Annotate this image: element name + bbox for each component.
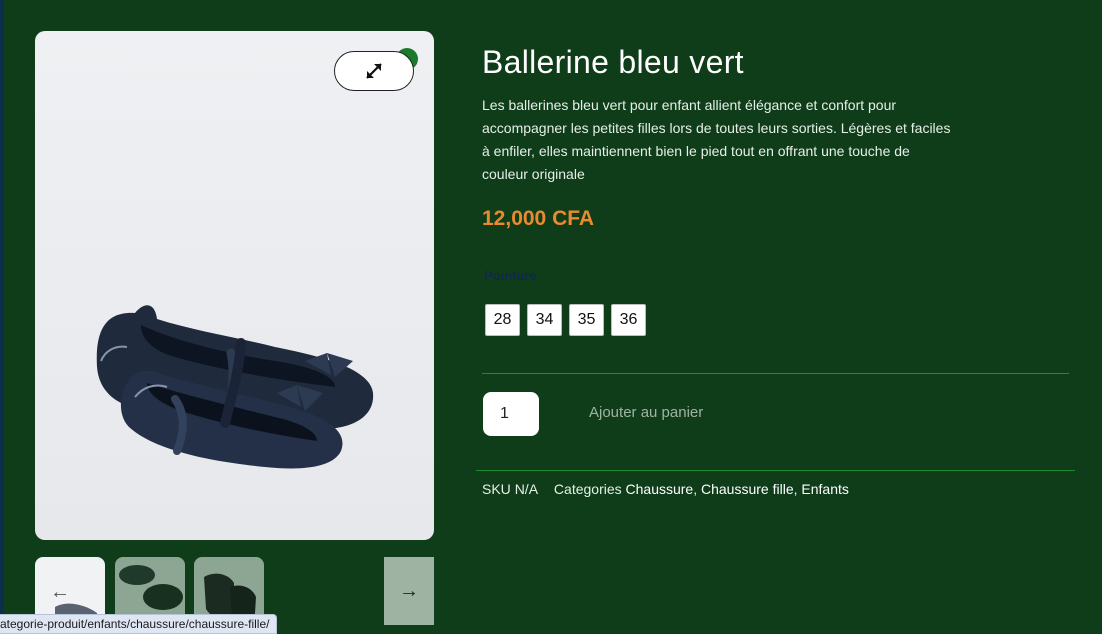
product-main-image[interactable]: [35, 31, 434, 540]
arrow-left-icon: ←: [50, 580, 70, 603]
product-title: Ballerine bleu vert: [482, 44, 744, 80]
product-price: 12,000 CFA: [482, 207, 595, 230]
product-meta: SKU N/A Categories Chaussure, Chaussure …: [482, 481, 849, 497]
category-link-enfants[interactable]: Enfants: [801, 481, 848, 497]
categories-label: Categories: [553, 481, 622, 497]
arrow-right-icon: →: [399, 579, 419, 602]
sku-label: SKU: [482, 481, 511, 497]
thumbnail-prev-button[interactable]: ←: [35, 577, 85, 607]
add-to-cart-button[interactable]: Ajouter au panier: [589, 404, 703, 421]
quantity-input[interactable]: [483, 392, 539, 436]
sku: SKU N/A: [482, 481, 538, 497]
shoe-illustration: [96, 305, 374, 469]
size-option-36[interactable]: 36: [611, 304, 646, 336]
size-options: 28 34 35 36: [485, 304, 646, 336]
browser-status-url: ategorie-produit/enfants/chaussure/chaus…: [0, 614, 278, 634]
size-option-28[interactable]: 28: [485, 304, 520, 336]
thumbnail-next-button[interactable]: →: [384, 557, 434, 625]
size-label: Pointure: [484, 268, 537, 283]
divider: [476, 470, 1075, 471]
divider: [482, 373, 1069, 374]
size-option-35[interactable]: 35: [569, 304, 604, 336]
category-link-chaussure[interactable]: Chaussure: [626, 481, 694, 497]
sku-value: N/A: [514, 481, 539, 497]
category-link-chaussure-fille[interactable]: Chaussure fille: [701, 481, 794, 497]
size-option-34[interactable]: 34: [527, 304, 562, 336]
left-edge-strip: [0, 0, 4, 634]
zoom-button[interactable]: [334, 51, 414, 91]
product-description: Les ballerines bleu vert pour enfant all…: [482, 97, 951, 182]
expand-icon: [366, 63, 382, 79]
